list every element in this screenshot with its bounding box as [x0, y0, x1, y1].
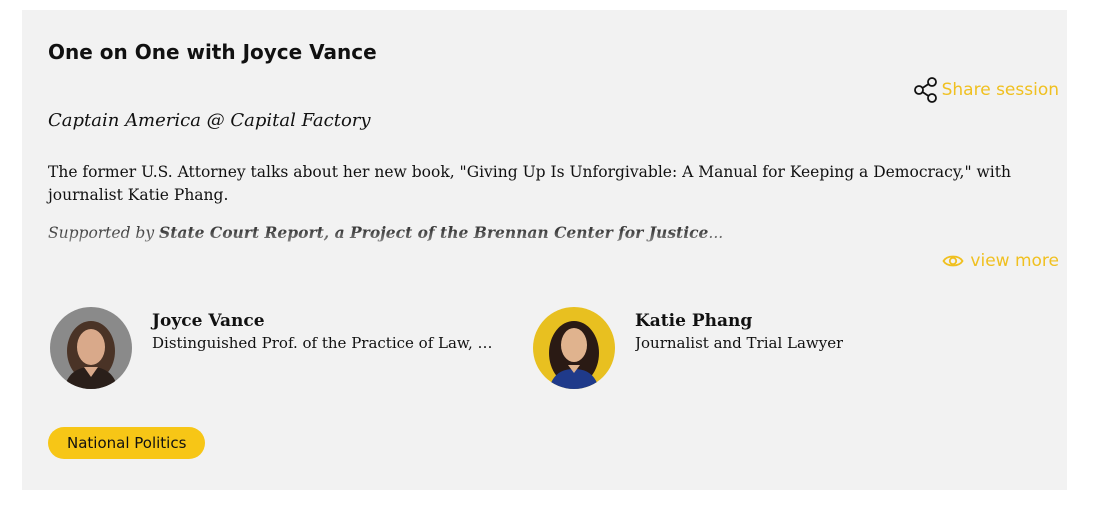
share-session-button[interactable]: Share session — [912, 76, 1059, 104]
share-session-label: Share session — [941, 80, 1059, 100]
speaker-joyce-vance[interactable]: Joyce Vance Distinguished Prof. of the P… — [50, 307, 502, 389]
speaker-name[interactable]: Katie Phang — [635, 310, 843, 332]
speaker-role: Distinguished Prof. of the Practice of L… — [152, 334, 502, 352]
share-icon — [913, 77, 937, 103]
session-location: Captain America @ Capital Factory — [48, 110, 371, 131]
speaker-name[interactable]: Joyce Vance — [152, 310, 502, 332]
session-title: One on One with Joyce Vance — [48, 40, 377, 64]
session-description: The former U.S. Attorney talks about her… — [48, 163, 1011, 204]
avatar[interactable] — [50, 307, 132, 389]
session-card: One on One with Joyce Vance Share sessio… — [22, 10, 1067, 490]
eye-icon — [942, 255, 964, 267]
speaker-info: Katie Phang Journalist and Trial Lawyer — [635, 310, 843, 354]
supported-sponsor: State Court Report, a Project of the Bre… — [159, 223, 709, 242]
supported-prefix: Supported by — [48, 224, 160, 242]
view-more-button[interactable]: view more — [942, 250, 1059, 272]
speaker-photo — [533, 307, 615, 389]
session-supported-by: Supported by State Court Report, a Proje… — [48, 223, 723, 242]
view-more-label: view more — [970, 251, 1059, 271]
supported-suffix: ... — [708, 224, 724, 242]
tag-national-politics[interactable]: National Politics — [48, 427, 206, 459]
avatar[interactable] — [533, 307, 615, 389]
speaker-role: Journalist and Trial Lawyer — [635, 334, 844, 352]
speaker-katie-phang[interactable]: Katie Phang Journalist and Trial Lawyer — [533, 307, 843, 389]
speaker-info: Joyce Vance Distinguished Prof. of the P… — [152, 310, 502, 354]
speaker-photo — [50, 307, 132, 389]
